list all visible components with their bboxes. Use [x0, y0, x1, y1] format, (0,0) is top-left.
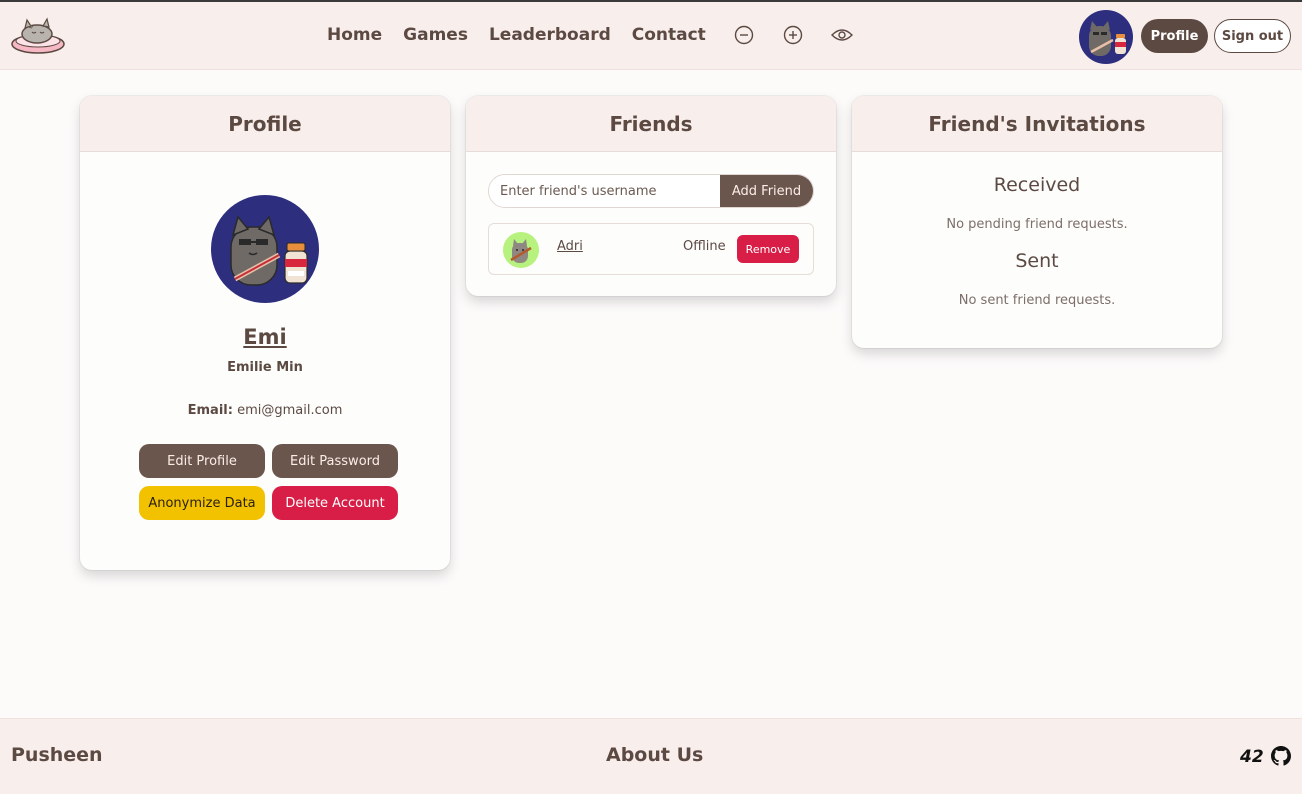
friends-card: Friends Add Friend Adri Offline Remove — [466, 96, 836, 296]
email-label: Email: — [187, 403, 233, 418]
footer-about-link[interactable]: About Us — [606, 744, 703, 766]
nav-contact-link[interactable]: Contact — [632, 25, 706, 45]
profile-card-title: Profile — [80, 96, 450, 152]
friend-list-item: Adri Offline Remove — [488, 223, 814, 275]
friend-status: Offline — [683, 239, 726, 254]
friend-name-link[interactable]: Adri — [557, 239, 583, 254]
sent-empty-text: No sent friend requests. — [958, 293, 1116, 308]
delete-account-button[interactable]: Delete Account — [272, 486, 398, 520]
received-heading: Received — [993, 174, 1081, 196]
zoom-out-icon[interactable] — [733, 24, 755, 46]
profile-card: Profile Emi Emilie Min Email: emi@gmail.… — [80, 96, 450, 570]
zoom-in-icon[interactable] — [782, 24, 804, 46]
nav-leaderboard-link[interactable]: Leaderboard — [489, 25, 611, 45]
sign-out-button[interactable]: Sign out — [1214, 19, 1291, 53]
received-empty-text: No pending friend requests. — [946, 217, 1128, 232]
logo-icon[interactable] — [10, 14, 66, 56]
friend-avatar — [503, 232, 539, 268]
friend-username-input[interactable] — [489, 175, 720, 207]
profile-avatar — [211, 195, 319, 303]
nav-games-link[interactable]: Games — [403, 25, 468, 45]
sent-heading: Sent — [1015, 250, 1059, 272]
profile-username-link[interactable]: Emi — [80, 325, 450, 349]
nav-links: Home Games Leaderboard Contact — [327, 24, 874, 46]
edit-password-button[interactable]: Edit Password — [272, 444, 398, 478]
footer: Pusheen About Us 42 — [0, 718, 1302, 794]
invitations-card-title: Friend's Invitations — [852, 96, 1222, 152]
profile-email: Email: emi@gmail.com — [80, 403, 450, 418]
remove-friend-button[interactable]: Remove — [737, 235, 799, 263]
nav-home-link[interactable]: Home — [327, 25, 382, 45]
anonymize-data-button[interactable]: Anonymize Data — [139, 486, 265, 520]
email-value: emi@gmail.com — [237, 403, 343, 418]
friends-card-title: Friends — [466, 96, 836, 152]
profile-button[interactable]: Profile — [1141, 19, 1208, 53]
add-friend-form: Add Friend — [488, 174, 814, 208]
eye-icon[interactable] — [830, 24, 853, 46]
edit-profile-button[interactable]: Edit Profile — [139, 444, 265, 478]
invitations-card: Friend's Invitations Received No pending… — [852, 96, 1222, 348]
add-friend-button[interactable]: Add Friend — [720, 175, 813, 207]
school-42-icon[interactable]: 42 — [1240, 747, 1264, 767]
footer-brand: Pusheen — [11, 744, 103, 766]
user-avatar[interactable] — [1079, 10, 1133, 64]
navbar: Home Games Leaderboard Contact Profile S… — [0, 2, 1302, 70]
github-icon[interactable] — [1271, 746, 1293, 768]
profile-full-name: Emilie Min — [227, 360, 303, 375]
